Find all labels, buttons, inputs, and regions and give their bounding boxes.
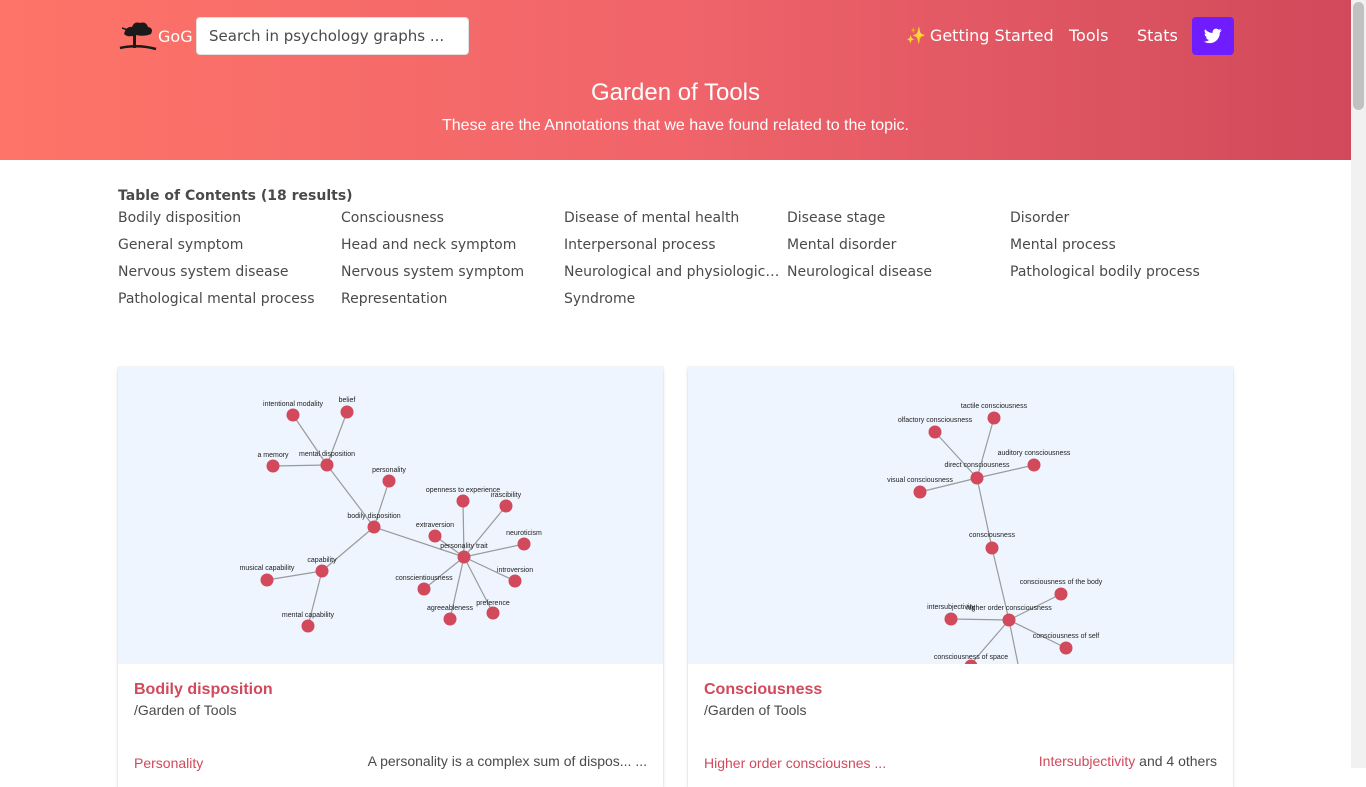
nav-tools[interactable]: Tools: [1069, 26, 1108, 45]
graph-node-label: introversion: [497, 567, 533, 574]
scrollbar-track[interactable]: [1351, 0, 1366, 768]
graph-node-label: olfactory consciousness: [898, 417, 973, 424]
graph-node-label: openness to experience: [426, 487, 500, 494]
graph-node-label: belief: [339, 397, 356, 404]
tool-card-bodily-disposition: intentional modality belief a memory men…: [118, 367, 663, 787]
page-subtitle: These are the Annotations that we have f…: [442, 117, 909, 134]
tree-logo-icon[interactable]: [118, 18, 158, 52]
graph-node-label: mental disposition: [299, 451, 355, 458]
graph-node-label: consciousness: [969, 532, 1015, 539]
toc-item[interactable]: Head and neck symptom: [341, 237, 559, 253]
graph-image[interactable]: intentional modality belief a memory men…: [118, 367, 663, 664]
card-annotation-count: and 4 others: [1135, 753, 1217, 769]
card-annotation-summary: Intersubjectivity and 4 others: [1039, 753, 1217, 769]
twitter-icon: [1204, 28, 1222, 44]
graph-node-label: capability: [307, 557, 337, 564]
toc-item[interactable]: General symptom: [118, 237, 336, 253]
graph-node-label: musical capability: [240, 565, 295, 572]
graph-node-label: visual consciousness: [887, 477, 953, 484]
toc-item[interactable]: Mental process: [1010, 237, 1228, 253]
toc-item[interactable]: Pathological bodily process: [1010, 264, 1228, 280]
card-subtitle: /Garden of Tools: [704, 702, 807, 718]
toc-item[interactable]: Mental disorder: [787, 237, 1005, 253]
toc-item[interactable]: Disease stage: [787, 210, 1005, 226]
brand-name[interactable]: GoG: [158, 27, 193, 46]
graph-node-label: preference: [476, 600, 510, 607]
card-annotation-link[interactable]: Higher order consciousnes ...: [704, 755, 886, 771]
graph-node-label: mental capability: [282, 612, 335, 619]
toc-item[interactable]: Interpersonal process: [564, 237, 782, 253]
card-annotation-text: A personality is a complex sum of dispos…: [367, 753, 647, 769]
graph-node-label: bodily disposition: [347, 513, 400, 520]
graph-node-label: neuroticism: [506, 530, 542, 537]
nav-getting-started-label: Getting Started: [929, 26, 1054, 45]
graph-node-label: auditory consciousness: [998, 450, 1071, 457]
scrollbar-thumb[interactable]: [1353, 2, 1364, 110]
graph-node-label: extraversion: [416, 522, 454, 529]
graph-node-label: intentional modality: [263, 401, 323, 408]
graph-node-label: a memory: [257, 452, 289, 459]
knowledge-graph: tactile consciousness olfactory consciou…: [887, 403, 1103, 664]
twitter-button[interactable]: [1192, 17, 1234, 55]
graph-image[interactable]: tactile consciousness olfactory consciou…: [688, 367, 1233, 664]
graph-node-label: irascibility: [491, 492, 522, 499]
toc-item[interactable]: Nervous system symptom: [341, 264, 559, 280]
toc-item[interactable]: Nervous system disease: [118, 264, 336, 280]
nav-getting-started[interactable]: ✨ Getting Started: [906, 26, 1054, 45]
hero-banner: GoG ✨Getting Started Tools Stats Garden …: [0, 0, 1351, 160]
graph-node-label: consciousness of space: [934, 654, 1008, 661]
search-input[interactable]: [196, 17, 469, 55]
graph-node-label: personality: [372, 467, 406, 474]
graph-node-label: consciousness of self: [1033, 633, 1100, 640]
tool-card-consciousness: tactile consciousness olfactory consciou…: [688, 367, 1233, 787]
graph-node-label: tactile consciousness: [961, 403, 1028, 410]
toc-item[interactable]: Pathological mental process: [118, 291, 336, 307]
graph-node-label: direct consciousness: [945, 462, 1010, 469]
graph-node-label: personality trait: [440, 543, 488, 550]
toc-item[interactable]: Neurological and physiological s...: [564, 264, 782, 280]
knowledge-graph: intentional modality belief a memory men…: [240, 397, 542, 633]
graph-node-label: conscientiousness: [395, 575, 453, 582]
card-annotation-link-secondary[interactable]: Intersubjectivity: [1039, 753, 1135, 769]
card-title[interactable]: Consciousness: [704, 681, 822, 699]
toc-title: Table of Contents (18 results): [118, 188, 353, 204]
toc-item[interactable]: Neurological disease: [787, 264, 1005, 280]
graph-node-label: higher order consciousness: [966, 605, 1052, 612]
nav-stats[interactable]: Stats: [1137, 26, 1178, 45]
toc-item[interactable]: Representation: [341, 291, 559, 307]
card-subtitle: /Garden of Tools: [134, 702, 237, 718]
toc-item[interactable]: Disorder: [1010, 210, 1228, 226]
page-title: Garden of Tools: [591, 79, 760, 106]
card-annotation-link[interactable]: Personality: [134, 755, 203, 771]
toc-item[interactable]: Syndrome: [564, 291, 782, 307]
sparkle-icon: ✨: [906, 26, 926, 45]
graph-node-label: agreeableness: [427, 605, 473, 612]
toc-item[interactable]: Bodily disposition: [118, 210, 336, 226]
card-title[interactable]: Bodily disposition: [134, 681, 273, 699]
toc-item[interactable]: Disease of mental health: [564, 210, 782, 226]
graph-node-label: consciousness of the body: [1020, 579, 1103, 586]
toc-item[interactable]: Consciousness: [341, 210, 559, 226]
